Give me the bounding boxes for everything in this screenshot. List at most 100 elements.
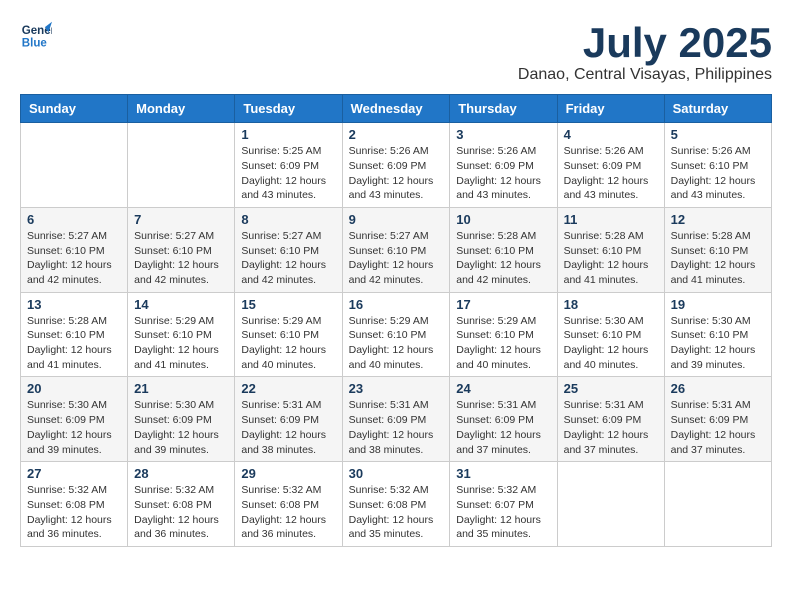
day-number: 18 <box>564 297 658 312</box>
calendar-day-cell: 19 Sunrise: 5:30 AM Sunset: 6:10 PM Dayli… <box>664 292 771 377</box>
calendar-day-cell: 15Sunrise: 5:29 AM Sunset: 6:10 PM Dayli… <box>235 292 342 377</box>
day-number: 3 <box>456 127 550 142</box>
day-number: 30 <box>349 466 444 481</box>
day-number: 27 <box>27 466 121 481</box>
day-number: 4 <box>564 127 658 142</box>
calendar-day-cell: 4 Sunrise: 5:26 AM Sunset: 6:09 PM Daylig… <box>557 123 664 208</box>
calendar-day-cell: 24 Sunrise: 5:31 AM Sunset: 6:09 PM Dayli… <box>450 377 557 462</box>
calendar-day-cell: 25Sunrise: 5:31 AM Sunset: 6:09 PM Dayli… <box>557 377 664 462</box>
day-info: Sunrise: 5:29 AM Sunset: 6:10 PM Dayligh… <box>241 314 335 373</box>
day-of-week-header: Sunday <box>21 95 128 123</box>
day-info: Sunrise: 5:28 AM Sunset: 6:10 PM Dayligh… <box>27 314 121 373</box>
day-number: 17 <box>456 297 550 312</box>
day-info: Sunrise: 5:30 AM Sunset: 6:10 PM Dayligh… <box>671 314 765 373</box>
main-title: July 2025 <box>518 20 772 66</box>
calendar-day-cell <box>128 123 235 208</box>
day-info: Sunrise: 5:27 AM Sunset: 6:10 PM Dayligh… <box>241 229 335 288</box>
day-number: 9 <box>349 212 444 227</box>
day-info: Sunrise: 5:26 AM Sunset: 6:09 PM Dayligh… <box>564 144 658 203</box>
day-info: Sunrise: 5:31 AM Sunset: 6:09 PM Dayligh… <box>671 398 765 457</box>
page-header: General Blue July 2025 Danao, Central Vi… <box>20 20 772 84</box>
calendar-day-cell: 3 Sunrise: 5:26 AM Sunset: 6:09 PM Daylig… <box>450 123 557 208</box>
day-number: 5 <box>671 127 765 142</box>
day-number: 31 <box>456 466 550 481</box>
calendar-day-cell: 26 Sunrise: 5:31 AM Sunset: 6:09 PM Dayli… <box>664 377 771 462</box>
day-info: Sunrise: 5:30 AM Sunset: 6:10 PM Dayligh… <box>564 314 658 373</box>
day-info: Sunrise: 5:26 AM Sunset: 6:09 PM Dayligh… <box>349 144 444 203</box>
day-number: 1 <box>241 127 335 142</box>
day-number: 14 <box>134 297 228 312</box>
calendar-day-cell: 29Sunrise: 5:32 AM Sunset: 6:08 PM Dayli… <box>235 462 342 547</box>
day-number: 26 <box>671 381 765 396</box>
day-number: 11 <box>564 212 658 227</box>
day-number: 10 <box>456 212 550 227</box>
calendar-week-row: 27 Sunrise: 5:32 AM Sunset: 6:08 PM Dayli… <box>21 462 772 547</box>
day-info: Sunrise: 5:26 AM Sunset: 6:09 PM Dayligh… <box>456 144 550 203</box>
day-info: Sunrise: 5:29 AM Sunset: 6:10 PM Dayligh… <box>456 314 550 373</box>
calendar-day-cell <box>21 123 128 208</box>
calendar-week-row: 20Sunrise: 5:30 AM Sunset: 6:09 PM Dayli… <box>21 377 772 462</box>
calendar-day-cell: 12 Sunrise: 5:28 AM Sunset: 6:10 PM Dayli… <box>664 207 771 292</box>
calendar-day-cell: 10 Sunrise: 5:28 AM Sunset: 6:10 PM Dayli… <box>450 207 557 292</box>
day-info: Sunrise: 5:31 AM Sunset: 6:09 PM Dayligh… <box>456 398 550 457</box>
calendar-day-cell: 14 Sunrise: 5:29 AM Sunset: 6:10 PM Dayli… <box>128 292 235 377</box>
calendar-week-row: 6Sunrise: 5:27 AM Sunset: 6:10 PM Daylig… <box>21 207 772 292</box>
day-of-week-header: Saturday <box>664 95 771 123</box>
day-info: Sunrise: 5:27 AM Sunset: 6:10 PM Dayligh… <box>134 229 228 288</box>
day-info: Sunrise: 5:29 AM Sunset: 6:10 PM Dayligh… <box>349 314 444 373</box>
calendar-day-cell: 31Sunrise: 5:32 AM Sunset: 6:07 PM Dayli… <box>450 462 557 547</box>
day-info: Sunrise: 5:29 AM Sunset: 6:10 PM Dayligh… <box>134 314 228 373</box>
calendar-day-cell: 18 Sunrise: 5:30 AM Sunset: 6:10 PM Dayli… <box>557 292 664 377</box>
day-number: 23 <box>349 381 444 396</box>
day-info: Sunrise: 5:30 AM Sunset: 6:09 PM Dayligh… <box>27 398 121 457</box>
calendar-day-cell: 11 Sunrise: 5:28 AM Sunset: 6:10 PM Dayli… <box>557 207 664 292</box>
day-of-week-header: Thursday <box>450 95 557 123</box>
day-number: 2 <box>349 127 444 142</box>
calendar-day-cell: 23 Sunrise: 5:31 AM Sunset: 6:09 PM Dayli… <box>342 377 450 462</box>
day-info: Sunrise: 5:31 AM Sunset: 6:09 PM Dayligh… <box>349 398 444 457</box>
day-number: 22 <box>241 381 335 396</box>
day-info: Sunrise: 5:32 AM Sunset: 6:08 PM Dayligh… <box>349 483 444 542</box>
day-number: 24 <box>456 381 550 396</box>
day-number: 16 <box>349 297 444 312</box>
calendar-header-row: SundayMondayTuesdayWednesdayThursdayFrid… <box>21 95 772 123</box>
calendar-day-cell: 13 Sunrise: 5:28 AM Sunset: 6:10 PM Dayli… <box>21 292 128 377</box>
calendar-day-cell: 5 Sunrise: 5:26 AM Sunset: 6:10 PM Daylig… <box>664 123 771 208</box>
day-number: 8 <box>241 212 335 227</box>
calendar-table: SundayMondayTuesdayWednesdayThursdayFrid… <box>20 94 772 547</box>
svg-text:Blue: Blue <box>22 38 48 50</box>
logo: General Blue <box>20 20 52 52</box>
day-info: Sunrise: 5:28 AM Sunset: 6:10 PM Dayligh… <box>564 229 658 288</box>
calendar-day-cell: 6Sunrise: 5:27 AM Sunset: 6:10 PM Daylig… <box>21 207 128 292</box>
calendar-day-cell: 21 Sunrise: 5:30 AM Sunset: 6:09 PM Dayli… <box>128 377 235 462</box>
calendar-day-cell: 8 Sunrise: 5:27 AM Sunset: 6:10 PM Daylig… <box>235 207 342 292</box>
day-of-week-header: Wednesday <box>342 95 450 123</box>
day-info: Sunrise: 5:32 AM Sunset: 6:08 PM Dayligh… <box>134 483 228 542</box>
calendar-day-cell: 28 Sunrise: 5:32 AM Sunset: 6:08 PM Dayli… <box>128 462 235 547</box>
calendar-week-row: 13 Sunrise: 5:28 AM Sunset: 6:10 PM Dayli… <box>21 292 772 377</box>
day-info: Sunrise: 5:27 AM Sunset: 6:10 PM Dayligh… <box>349 229 444 288</box>
calendar-day-cell: 30 Sunrise: 5:32 AM Sunset: 6:08 PM Dayli… <box>342 462 450 547</box>
day-info: Sunrise: 5:25 AM Sunset: 6:09 PM Dayligh… <box>241 144 335 203</box>
day-of-week-header: Monday <box>128 95 235 123</box>
day-number: 19 <box>671 297 765 312</box>
day-info: Sunrise: 5:32 AM Sunset: 6:08 PM Dayligh… <box>241 483 335 542</box>
day-of-week-header: Friday <box>557 95 664 123</box>
calendar-day-cell: 1 Sunrise: 5:25 AM Sunset: 6:09 PM Daylig… <box>235 123 342 208</box>
day-number: 21 <box>134 381 228 396</box>
day-info: Sunrise: 5:26 AM Sunset: 6:10 PM Dayligh… <box>671 144 765 203</box>
day-info: Sunrise: 5:31 AM Sunset: 6:09 PM Dayligh… <box>241 398 335 457</box>
calendar-week-row: 1 Sunrise: 5:25 AM Sunset: 6:09 PM Daylig… <box>21 123 772 208</box>
calendar-day-cell: 20Sunrise: 5:30 AM Sunset: 6:09 PM Dayli… <box>21 377 128 462</box>
calendar-day-cell: 2 Sunrise: 5:26 AM Sunset: 6:09 PM Daylig… <box>342 123 450 208</box>
day-info: Sunrise: 5:31 AM Sunset: 6:09 PM Dayligh… <box>564 398 658 457</box>
day-info: Sunrise: 5:28 AM Sunset: 6:10 PM Dayligh… <box>456 229 550 288</box>
subtitle: Danao, Central Visayas, Philippines <box>518 66 772 84</box>
day-info: Sunrise: 5:30 AM Sunset: 6:09 PM Dayligh… <box>134 398 228 457</box>
calendar-day-cell: 22 Sunrise: 5:31 AM Sunset: 6:09 PM Dayli… <box>235 377 342 462</box>
day-number: 28 <box>134 466 228 481</box>
day-number: 13 <box>27 297 121 312</box>
day-number: 12 <box>671 212 765 227</box>
day-info: Sunrise: 5:28 AM Sunset: 6:10 PM Dayligh… <box>671 229 765 288</box>
calendar-day-cell: 16 Sunrise: 5:29 AM Sunset: 6:10 PM Dayli… <box>342 292 450 377</box>
